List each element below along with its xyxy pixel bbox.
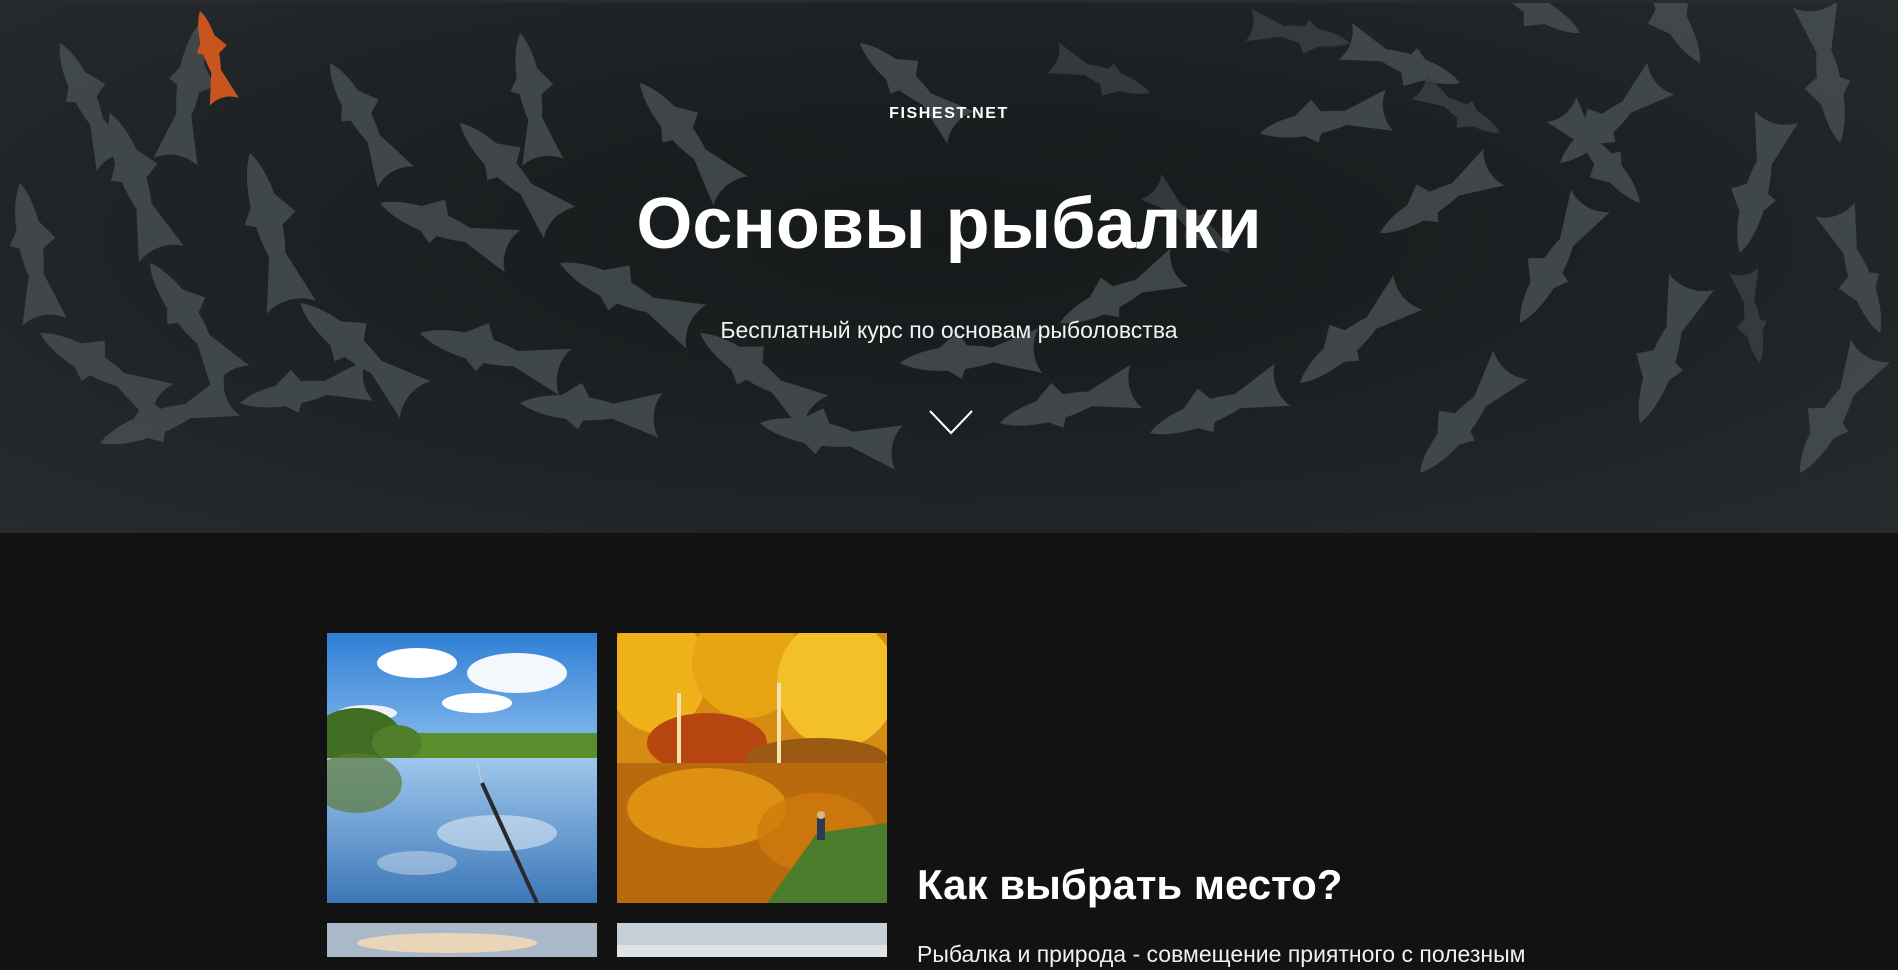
- hero-banner: FISHEST.NET Основы рыбалки Бесплатный ку…: [0, 3, 1898, 533]
- photo-sunset-sky: [327, 923, 597, 957]
- section-text: Рыбалка и природа - совмещение приятного…: [917, 941, 1526, 967]
- photo-evening-sky: [617, 923, 887, 957]
- section-title: Как выбрать место?: [917, 861, 1343, 908]
- page-subtitle: Бесплатный курс по основам рыболовства: [720, 317, 1178, 343]
- photo-summer-lake: [327, 633, 597, 903]
- content-section: Как выбрать место? Рыбалка и природа - с…: [0, 533, 1898, 967]
- page-title: Основы рыбалки: [636, 184, 1262, 264]
- chevron-down-icon[interactable]: [929, 410, 973, 436]
- site-name: FISHEST.NET: [889, 105, 1009, 122]
- photo-autumn-river: [617, 633, 887, 903]
